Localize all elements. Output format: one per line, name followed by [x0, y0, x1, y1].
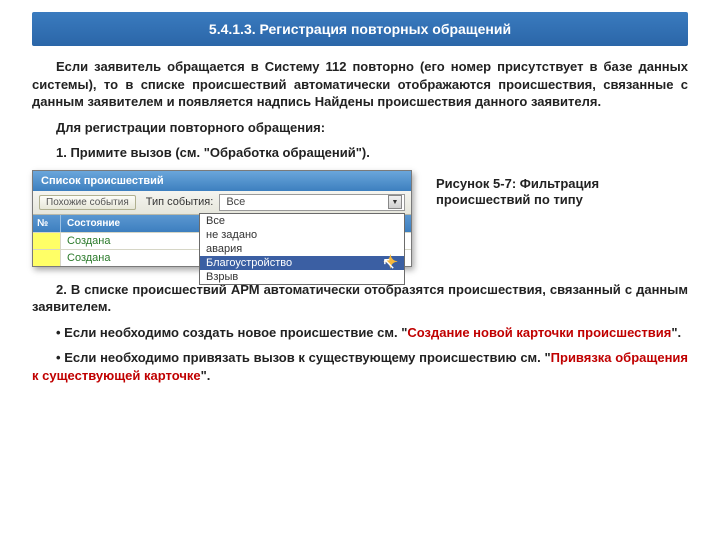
- section-title: 5.4.1.3. Регистрация повторных обращений: [32, 12, 688, 46]
- col-header-number: №: [33, 215, 61, 232]
- screenshot-header: Список происшествий: [33, 171, 411, 191]
- paragraph-intro: Если заявитель обращается в Систему 112 …: [32, 58, 688, 111]
- similar-events-button[interactable]: Похожие события: [39, 195, 136, 210]
- dropdown-option[interactable]: не задано: [200, 228, 404, 242]
- bullet-attach: • Если необходимо привязать вызов к суще…: [32, 349, 688, 384]
- figure-caption: Рисунок 5-7: Фильтрация происшествий по …: [436, 170, 636, 209]
- filter-row: Похожие события Тип события: Все ▼ Все н…: [33, 191, 411, 215]
- paragraph-steps-intro: Для регистрации повторного обращения:: [32, 119, 688, 137]
- dropdown-option[interactable]: авария: [200, 242, 404, 256]
- screenshot: Список происшествий Похожие события Тип …: [32, 170, 412, 267]
- dropdown-option-selected[interactable]: Благоустройство ✦ ↖: [200, 256, 404, 270]
- highlight-sparkle-icon: ✦: [383, 252, 398, 273]
- dropdown-selected: Все: [226, 196, 245, 208]
- dropdown-option[interactable]: Все: [200, 214, 404, 228]
- dropdown-list[interactable]: Все не задано авария Благоустройство ✦ ↖…: [199, 213, 405, 285]
- step-2: 2. В списке происшествий АРМ автоматичес…: [32, 281, 688, 316]
- row-number: [33, 250, 61, 266]
- type-dropdown[interactable]: Все ▼: [219, 194, 405, 211]
- bullet-create: • Если необходимо создать новое происшес…: [32, 324, 688, 342]
- chevron-down-icon[interactable]: ▼: [388, 195, 402, 209]
- link-create-card[interactable]: Создание новой карточки происшествия: [407, 325, 671, 340]
- dropdown-option[interactable]: Взрыв: [200, 270, 404, 284]
- row-number: [33, 233, 61, 249]
- figure-block: Список происшествий Похожие события Тип …: [32, 170, 688, 267]
- filter-label: Тип события:: [146, 196, 214, 208]
- step-1: 1. Примите вызов (см. "Обработка обращен…: [32, 144, 688, 162]
